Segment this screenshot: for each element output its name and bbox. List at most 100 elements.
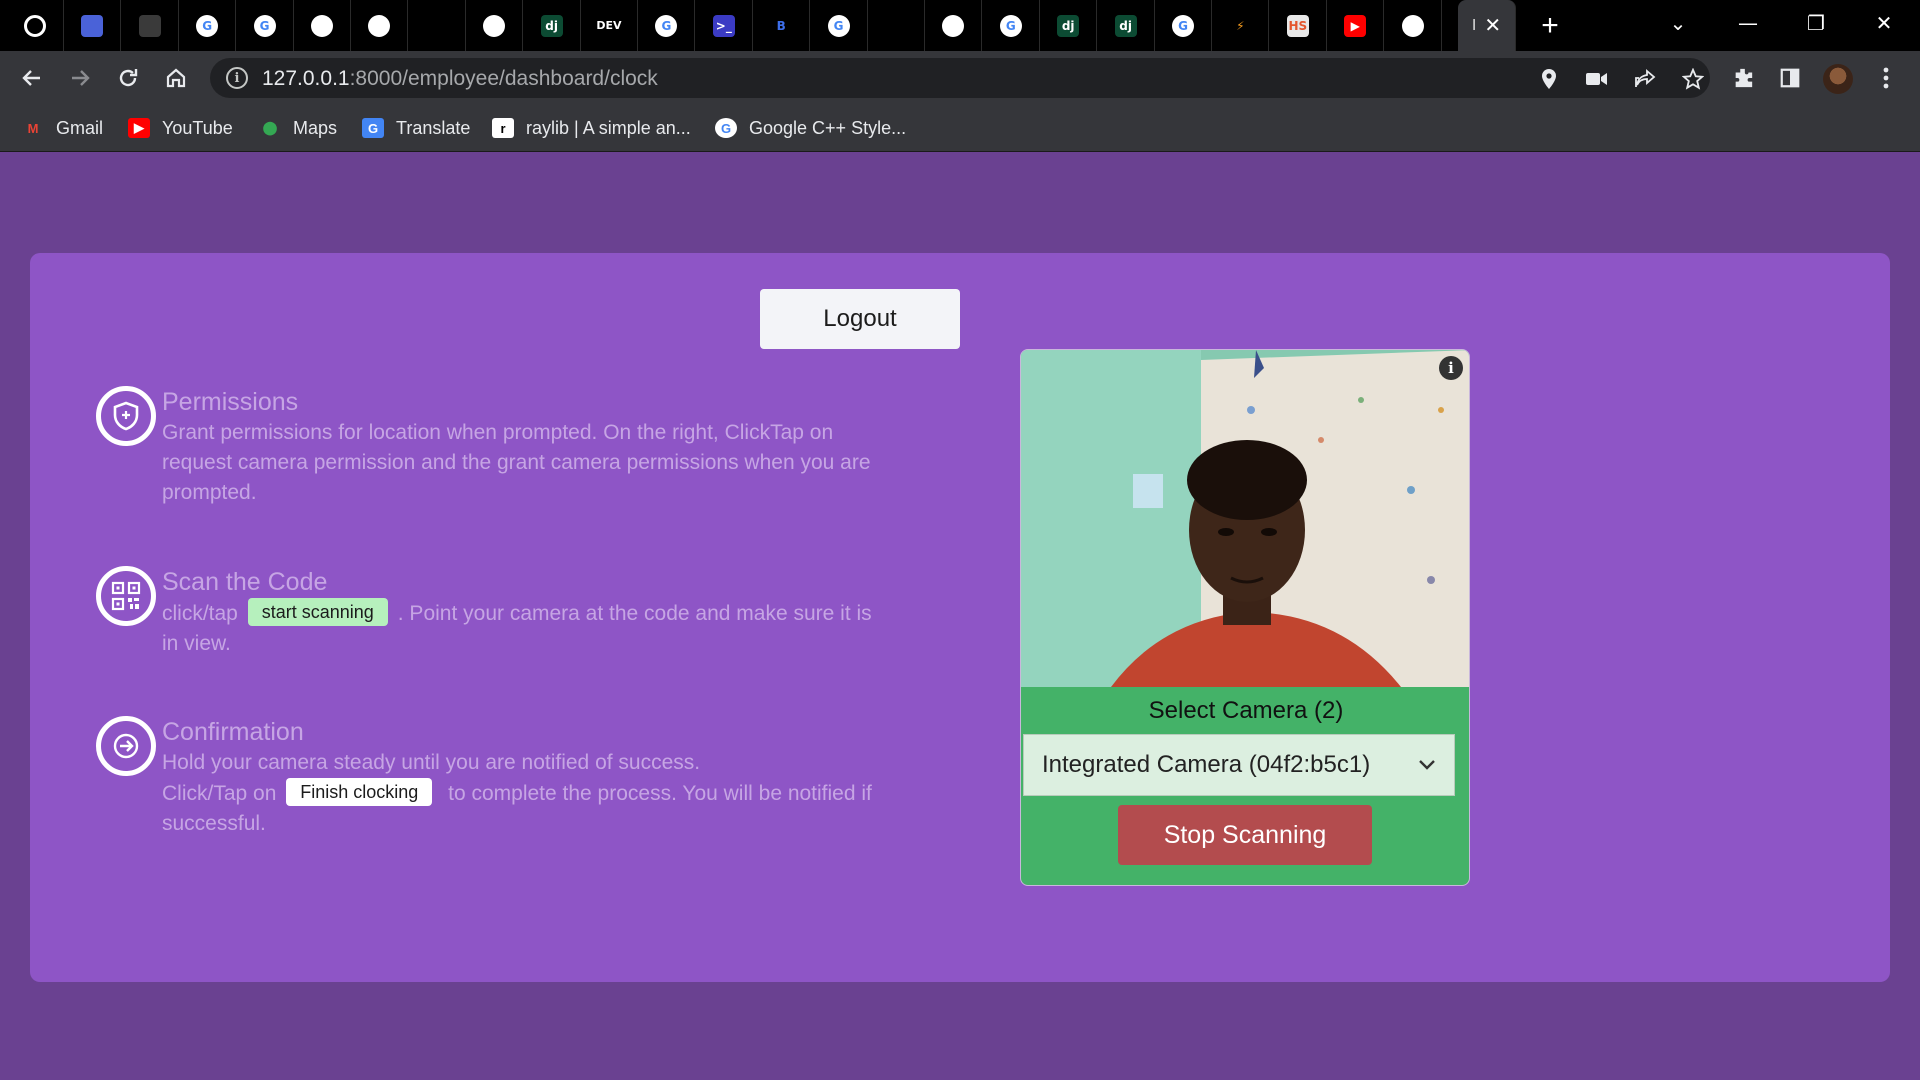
bootstrap-icon: B xyxy=(770,14,793,37)
url-path: :8000/employee/dashboard/clock xyxy=(349,67,658,90)
camera-preview: i xyxy=(1021,350,1469,687)
browser-tab[interactable] xyxy=(122,0,179,51)
browser-tab[interactable]: G xyxy=(638,0,696,51)
tab-search-dropdown-icon[interactable]: ⌄ xyxy=(1648,0,1708,45)
step-text: Click/Tap on Finish clocking to complete… xyxy=(162,778,892,839)
profile-avatar[interactable] xyxy=(1823,64,1853,94)
stackoverflow-icon xyxy=(885,14,907,37)
bookmarks-bar: M Gmail ▶ YouTube ⬤ Maps G Translate r raylib | A… xyxy=(0,104,1920,152)
youtube-icon: ▶ xyxy=(128,118,150,138)
camera-in-use-icon[interactable] xyxy=(1582,64,1612,94)
home-button[interactable] xyxy=(158,60,194,96)
browser-tab[interactable] xyxy=(925,0,983,51)
browser-tab[interactable] xyxy=(64,0,122,51)
step-text-line1: Hold your camera steady until you are no… xyxy=(162,751,701,774)
finish-clocking-chip: Finish clocking xyxy=(286,778,433,806)
info-icon[interactable]: i xyxy=(1439,356,1463,380)
kebab-menu-icon[interactable] xyxy=(1870,62,1902,94)
browser-tab[interactable]: dj xyxy=(524,0,581,51)
browser-tab[interactable]: G xyxy=(179,0,237,51)
forward-button[interactable] xyxy=(62,60,98,96)
bookmark-item[interactable]: ▶ YouTube xyxy=(128,115,233,141)
browser-tab[interactable] xyxy=(1385,0,1442,51)
site-info-icon[interactable]: i xyxy=(226,67,248,89)
browser-tab[interactable]: ⚡ xyxy=(1212,0,1270,51)
camera-select[interactable]: Integrated Camera (04f2:b5c1) xyxy=(1023,734,1455,796)
side-panel-icon[interactable] xyxy=(1774,62,1806,94)
browser-tab[interactable] xyxy=(466,0,524,51)
bookmark-label: Gmail xyxy=(56,117,104,138)
feather-icon xyxy=(368,14,391,37)
google-icon: G xyxy=(253,14,276,37)
qr-code-icon xyxy=(96,566,156,626)
step-text-before: Click/Tap on xyxy=(162,782,277,805)
step-title: Confirmation xyxy=(162,718,304,746)
hs-icon: HS xyxy=(1286,14,1309,37)
bookmark-item[interactable]: G Google C++ Style... xyxy=(715,115,906,141)
google-icon: G xyxy=(1172,14,1194,37)
browser-tab[interactable]: ▶ xyxy=(1327,0,1385,51)
bookmark-label: Google C++ Style... xyxy=(749,117,907,138)
browser-tab[interactable]: G xyxy=(237,0,294,51)
browser-tab[interactable] xyxy=(351,0,409,51)
step-title: Permissions xyxy=(162,388,299,416)
browser-tab[interactable] xyxy=(7,0,64,51)
minimize-button[interactable]: — xyxy=(1718,0,1778,45)
reload-button[interactable] xyxy=(110,60,146,96)
django-icon: dj xyxy=(540,14,563,37)
forward-arrow-icon xyxy=(72,70,90,86)
tab-strip: G Gdj DEV G >_ B G Gdj dj G ⚡ HS ▶ I ✕ + ⌄ — ❐ ✕ xyxy=(0,0,1920,51)
share-icon[interactable] xyxy=(1630,64,1660,94)
browser-tab[interactable] xyxy=(868,0,925,51)
back-button[interactable] xyxy=(14,60,50,96)
address-bar[interactable]: i 127.0.0.1:8000/employee/dashboard/cloc… xyxy=(210,58,1710,98)
browser-tab[interactable] xyxy=(294,0,351,51)
clock-card: Logout Permissions Grant permissions for… xyxy=(30,253,1890,982)
camera-select-value: Integrated Camera (04f2:b5c1) xyxy=(1042,751,1371,778)
browser-tab[interactable]: >_ xyxy=(696,0,753,51)
bookmark-item[interactable]: M Gmail xyxy=(22,115,103,141)
location-icon[interactable] xyxy=(1534,64,1564,94)
extensions-puzzle-icon[interactable] xyxy=(1727,62,1759,94)
browser-tab[interactable]: G xyxy=(811,0,868,51)
stop-scanning-button[interactable]: Stop Scanning xyxy=(1118,805,1372,865)
google-icon: G xyxy=(827,14,850,37)
browser-tab[interactable]: dj xyxy=(1098,0,1155,51)
chrome-icon xyxy=(1401,14,1424,37)
browser-tab[interactable] xyxy=(409,0,466,51)
active-tab[interactable]: I ✕ xyxy=(1458,0,1516,51)
browser-toolbar: i 127.0.0.1:8000/employee/dashboard/cloc… xyxy=(0,51,1920,104)
browser-tab[interactable]: G xyxy=(1155,0,1212,51)
browser-tab[interactable]: G xyxy=(983,0,1040,51)
django-icon: dj xyxy=(1057,14,1080,37)
gmail-icon: M xyxy=(27,120,39,136)
browser-tab[interactable]: dj xyxy=(1040,0,1098,51)
translate-icon: G xyxy=(362,118,384,138)
browser-tab[interactable]: DEV xyxy=(581,0,638,51)
browser-tab[interactable]: HS xyxy=(1270,0,1327,51)
new-tab-button[interactable]: + xyxy=(1532,0,1568,51)
browser-tab[interactable]: B xyxy=(753,0,811,51)
tab-close-icon[interactable]: ✕ xyxy=(1484,13,1501,38)
google-icon: G xyxy=(196,14,219,37)
google-icon: G xyxy=(715,118,737,138)
logout-button[interactable]: Logout xyxy=(760,289,960,349)
youtube-icon: ▶ xyxy=(1344,14,1367,37)
bookmark-label: raylib | A simple an... xyxy=(526,117,691,138)
google-icon: G xyxy=(999,14,1022,37)
dark-logo-icon xyxy=(138,14,161,37)
raylib-icon: r xyxy=(492,118,514,138)
page-background: Logout Permissions Grant permissions for… xyxy=(0,153,1920,1080)
bookmark-star-icon[interactable] xyxy=(1678,64,1708,94)
bookmark-item[interactable]: r raylib | A simple an... xyxy=(492,115,691,141)
django-icon: dj xyxy=(1114,14,1137,37)
shield-plus-icon xyxy=(96,386,156,446)
play-circle-icon xyxy=(483,14,506,37)
close-window-button[interactable]: ✕ xyxy=(1854,0,1914,45)
url-host: 127.0.0.1 xyxy=(262,67,350,90)
bookmark-item[interactable]: ⬤ Maps xyxy=(259,115,337,141)
url-text[interactable]: 127.0.0.1:8000/employee/dashboard/clock xyxy=(262,67,658,91)
restore-button[interactable]: ❐ xyxy=(1786,0,1846,45)
back-arrow-icon xyxy=(22,70,40,86)
bookmark-item[interactable]: G Translate xyxy=(362,115,470,141)
